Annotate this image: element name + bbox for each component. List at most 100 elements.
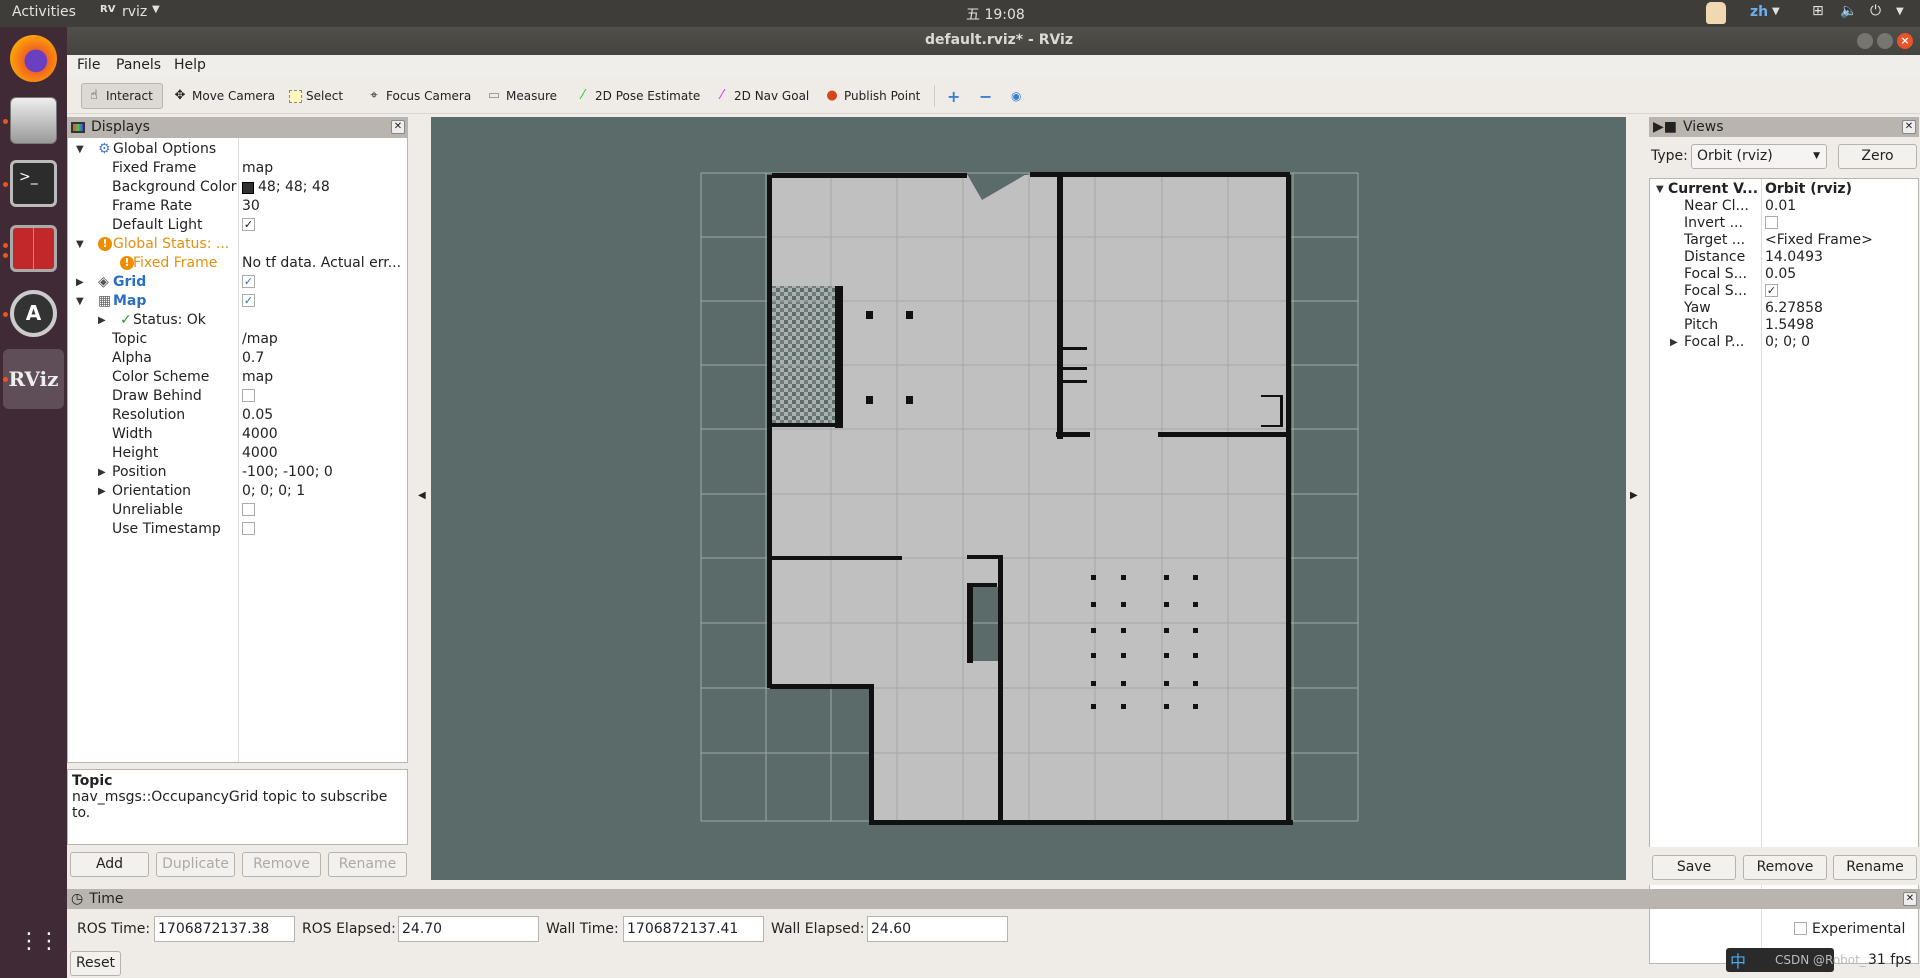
cat-avatar-icon[interactable] bbox=[1706, 2, 1726, 24]
property-value[interactable]: No tf data. Actual err... bbox=[242, 254, 401, 273]
network-icon[interactable]: ⊞ bbox=[1812, 3, 1824, 19]
expand-arrow-icon[interactable]: ▶ bbox=[98, 482, 106, 501]
close-panel-button[interactable]: ✕ bbox=[391, 120, 405, 134]
property-value[interactable]: map bbox=[242, 368, 273, 387]
terminator-icon[interactable] bbox=[10, 225, 57, 272]
property-value[interactable]: 0; 0; 0 bbox=[1765, 334, 1810, 351]
rviz-launcher-icon[interactable]: RViz bbox=[3, 349, 64, 409]
move-camera-tool[interactable]: ✥ Move Camera bbox=[168, 83, 279, 109]
rename-view-button[interactable]: Rename bbox=[1833, 855, 1917, 880]
remove-view-button[interactable]: Remove bbox=[1743, 855, 1827, 880]
view-property-row[interactable]: ▼ Current V... Orbit (rviz) bbox=[1650, 181, 1920, 198]
property-value[interactable]: 48; 48; 48 bbox=[258, 178, 330, 197]
display-row[interactable]: ▶ ◈ Grid ✓ bbox=[68, 273, 407, 292]
expand-arrow-icon[interactable]: ▶ bbox=[98, 463, 106, 482]
expand-arrow-icon[interactable]: ▼ bbox=[76, 140, 84, 159]
ros-elapsed-field[interactable]: 24.70 bbox=[398, 916, 539, 942]
display-row[interactable]: Unreliable bbox=[68, 501, 407, 520]
display-row[interactable]: ▼ ▦ Map ✓ bbox=[68, 292, 407, 311]
display-row[interactable]: Background Color 48; 48; 48 bbox=[68, 178, 407, 197]
display-row[interactable]: ▶ Position -100; -100; 0 bbox=[68, 463, 407, 482]
view-property-row[interactable]: Focal S... 0.05 bbox=[1650, 266, 1920, 283]
save-view-button[interactable]: Save bbox=[1652, 855, 1736, 880]
map-checkbox[interactable]: ✓ bbox=[242, 293, 255, 307]
minimize-button[interactable] bbox=[1857, 33, 1873, 49]
experimental-checkbox[interactable] bbox=[1794, 922, 1807, 935]
display-row[interactable]: Draw Behind bbox=[68, 387, 407, 406]
view-property-row[interactable]: Near Cl... 0.01 bbox=[1650, 198, 1920, 215]
grid-checkbox[interactable]: ✓ bbox=[242, 274, 255, 288]
maximize-button[interactable] bbox=[1877, 33, 1893, 49]
display-row[interactable]: Fixed Frame map bbox=[68, 159, 407, 178]
use-timestamp-checkbox[interactable] bbox=[242, 521, 255, 535]
input-method[interactable]: zh bbox=[1750, 4, 1768, 20]
close-button[interactable]: × bbox=[1897, 33, 1913, 49]
view-property-row[interactable]: Yaw 6.27858 bbox=[1650, 300, 1920, 317]
display-row[interactable]: Height 4000 bbox=[68, 444, 407, 463]
view-property-row[interactable]: Target ... <Fixed Frame> bbox=[1650, 232, 1920, 249]
default-light-checkbox[interactable]: ✓ bbox=[242, 217, 255, 231]
property-value[interactable]: 0.05 bbox=[1765, 266, 1796, 283]
power-icon[interactable]: ⏻ bbox=[1870, 3, 1881, 19]
property-value[interactable]: 1.5498 bbox=[1765, 317, 1814, 334]
property-value[interactable]: 0.01 bbox=[1765, 198, 1796, 215]
panel-visibility-button[interactable]: ◉ bbox=[1007, 83, 1025, 109]
remove-display-button[interactable]: Remove bbox=[242, 852, 321, 877]
display-row[interactable]: Default Light ✓ bbox=[68, 216, 407, 235]
property-value[interactable]: 6.27858 bbox=[1765, 300, 1823, 317]
expand-arrow-icon[interactable]: ▶ bbox=[76, 273, 84, 292]
close-panel-button[interactable]: ✕ bbox=[1903, 892, 1917, 906]
display-row[interactable]: Frame Rate 30 bbox=[68, 197, 407, 216]
menu-panels[interactable]: Panels bbox=[116, 57, 161, 73]
property-value[interactable]: -100; -100; 0 bbox=[242, 463, 333, 482]
remove-tool-button[interactable]: − bbox=[975, 83, 996, 109]
reset-button[interactable]: Reset bbox=[70, 951, 121, 976]
display-row[interactable]: Alpha 0.7 bbox=[68, 349, 407, 368]
zero-button[interactable]: Zero bbox=[1838, 144, 1917, 169]
view-property-row[interactable]: Distance 14.0493 bbox=[1650, 249, 1920, 266]
show-apps-icon[interactable]: ⋮⋮⋮ bbox=[18, 927, 80, 957]
select-tool[interactable]: Select bbox=[285, 83, 347, 109]
property-value[interactable]: 0.7 bbox=[242, 349, 264, 368]
display-row[interactable]: Use Timestamp bbox=[68, 520, 407, 539]
display-row[interactable]: ▼ ⚙ Global Options bbox=[68, 140, 407, 159]
expand-arrow-icon[interactable]: ▶ bbox=[98, 311, 106, 330]
files-icon[interactable] bbox=[10, 97, 57, 144]
display-row[interactable]: Resolution 0.05 bbox=[68, 406, 407, 425]
rename-display-button[interactable]: Rename bbox=[328, 852, 407, 877]
activities-button[interactable]: Activities bbox=[12, 4, 76, 20]
software-updater-icon[interactable]: A bbox=[10, 290, 57, 337]
wall-elapsed-field[interactable]: 24.60 bbox=[867, 916, 1008, 942]
property-value[interactable]: 4000 bbox=[242, 425, 278, 444]
volume-icon[interactable]: 🔈 bbox=[1840, 3, 1857, 19]
unreliable-checkbox[interactable] bbox=[242, 502, 255, 516]
property-value[interactable]: 0.05 bbox=[242, 406, 273, 425]
ros-time-field[interactable]: 1706872137.38 bbox=[154, 916, 295, 942]
draw-behind-checkbox[interactable] bbox=[242, 388, 255, 402]
measure-tool[interactable]: ▭ Measure bbox=[482, 83, 561, 109]
expand-arrow-icon[interactable]: ▼ bbox=[76, 292, 84, 311]
duplicate-display-button[interactable]: Duplicate bbox=[156, 852, 235, 877]
view-property-row[interactable]: Focal S... ✓ bbox=[1650, 283, 1920, 300]
display-row[interactable]: Width 4000 bbox=[68, 425, 407, 444]
firefox-icon[interactable] bbox=[10, 35, 57, 82]
nav-goal-tool[interactable]: ⁄ 2D Nav Goal bbox=[710, 83, 813, 109]
view-option-checkbox[interactable] bbox=[1765, 215, 1778, 229]
terminal-icon[interactable]: >_ bbox=[10, 160, 57, 207]
display-row[interactable]: ▶ ✓ Status: Ok bbox=[68, 311, 407, 330]
expand-arrow-icon[interactable]: ▼ bbox=[76, 235, 84, 254]
view-property-row[interactable]: ▶ Focal P... 0; 0; 0 bbox=[1650, 334, 1920, 351]
property-value[interactable]: 14.0493 bbox=[1765, 249, 1823, 266]
property-value[interactable]: map bbox=[242, 159, 273, 178]
property-value[interactable]: Orbit (rviz) bbox=[1765, 181, 1852, 198]
menu-file[interactable]: File bbox=[77, 57, 100, 73]
view-type-select[interactable]: Orbit (rviz) ▼ bbox=[1691, 144, 1827, 169]
clock[interactable]: 五 19:08 bbox=[966, 4, 1025, 24]
app-menu[interactable]: rviz bbox=[122, 4, 147, 20]
collapse-left-arrow[interactable]: ◀ bbox=[418, 490, 426, 501]
view-property-row[interactable]: Pitch 1.5498 bbox=[1650, 317, 1920, 334]
property-value[interactable]: <Fixed Frame> bbox=[1765, 232, 1873, 249]
view-property-row[interactable]: Invert ... bbox=[1650, 215, 1920, 232]
display-row[interactable]: Color Scheme map bbox=[68, 368, 407, 387]
property-value[interactable]: 4000 bbox=[242, 444, 278, 463]
